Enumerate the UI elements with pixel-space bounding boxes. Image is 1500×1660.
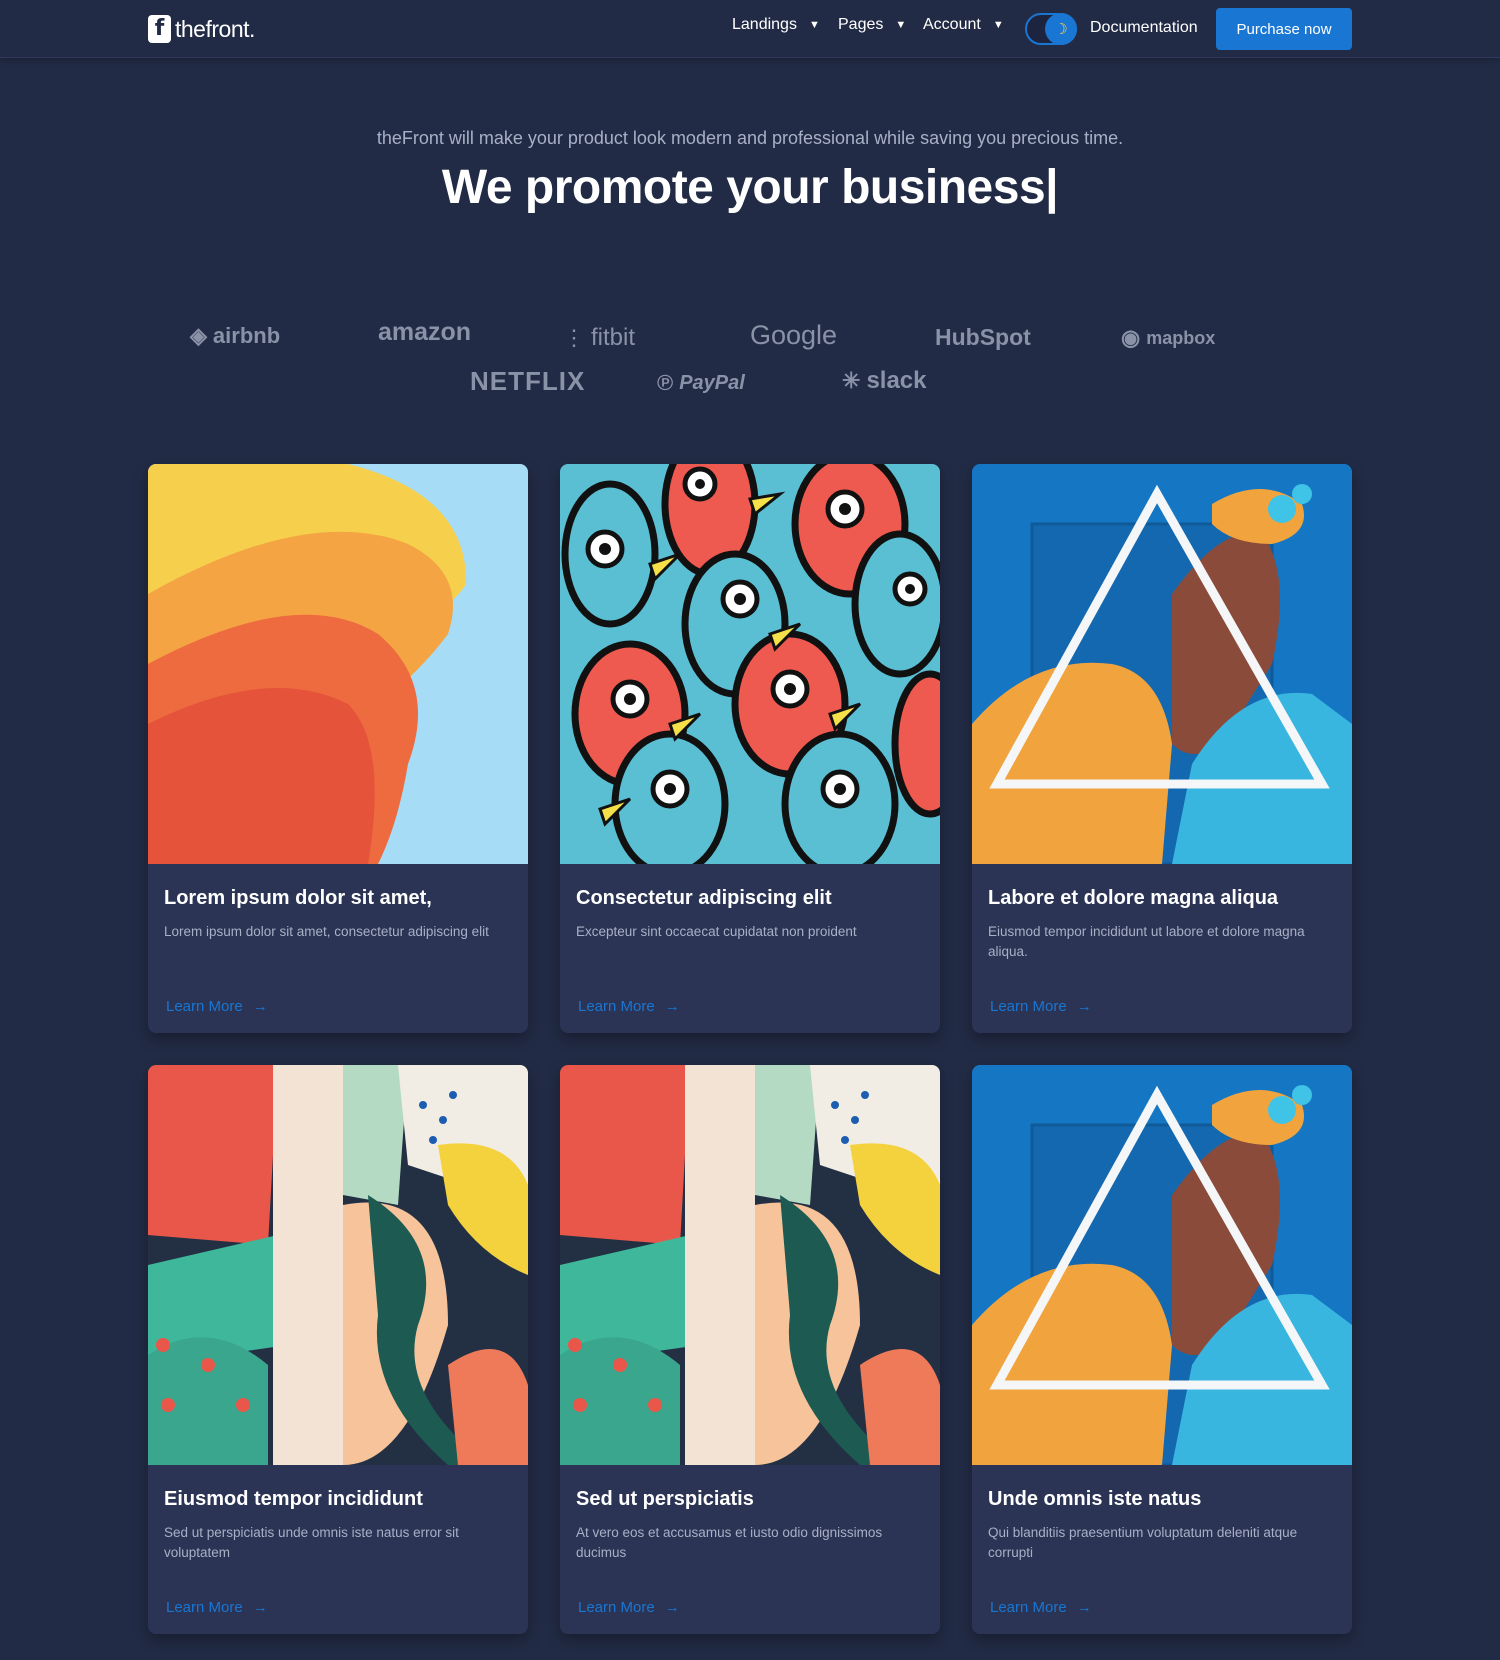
- article-card[interactable]: Unde omnis iste natus Qui blanditiis pra…: [972, 1065, 1352, 1634]
- logo-text: thefront.: [175, 15, 255, 42]
- card-title: Labore et dolore magna aliqua: [988, 887, 1279, 909]
- card-image-triangle-mural: [972, 1065, 1352, 1465]
- logo-mark-icon: f: [148, 15, 171, 43]
- card-title: Lorem ipsum dolor sit amet,: [164, 887, 432, 909]
- arrow-right-icon: →: [664, 998, 680, 1015]
- brand-label: PayPal: [679, 371, 745, 394]
- brand-mapbox: ◉ mapbox: [1121, 325, 1215, 351]
- card-description: Excepteur sint occaecat cupidatat non pr…: [576, 924, 857, 939]
- brand-hubspot: HubSpot: [935, 324, 1031, 351]
- card-description: At vero eos et accusamus et iusto odio d…: [576, 1525, 883, 1560]
- theme-toggle[interactable]: ☽: [1025, 13, 1077, 45]
- learn-more-label: Learn More: [578, 998, 655, 1015]
- paypal-icon: ℗: [657, 370, 674, 395]
- nav-item-pages[interactable]: Pages ▼: [838, 16, 906, 34]
- brand-label: mapbox: [1146, 327, 1216, 348]
- brand-label: airbnb: [212, 323, 281, 348]
- brand-label: NETFLIX: [470, 366, 586, 396]
- brand-label: HubSpot: [935, 324, 1031, 350]
- arrow-right-icon: →: [252, 998, 268, 1015]
- card-image-birds: [560, 464, 940, 864]
- brand-netflix: NETFLIX: [470, 366, 585, 397]
- nav-item-landings[interactable]: Landings ▼: [732, 16, 820, 34]
- arrow-right-icon: →: [1076, 998, 1092, 1015]
- card-description: Qui blanditiis praesentium voluptatum de…: [988, 1525, 1298, 1560]
- article-card[interactable]: Sed ut perspiciatis At vero eos et accus…: [560, 1065, 940, 1634]
- arrow-right-icon: →: [1076, 1599, 1092, 1616]
- chevron-down-icon: ▼: [895, 19, 907, 31]
- brand-slack: ✳ slack: [842, 367, 927, 395]
- article-card[interactable]: Consectetur adipiscing elit Excepteur si…: [560, 464, 940, 1033]
- learn-more-link[interactable]: Learn More →: [578, 998, 680, 1015]
- brand-label: amazon: [378, 318, 472, 346]
- hero-title: We promote your business|: [441, 161, 1059, 214]
- slack-icon: ✳: [842, 368, 861, 393]
- nav-label: Account: [923, 16, 981, 33]
- card-title: Sed ut perspiciatis: [576, 1488, 754, 1510]
- learn-more-link[interactable]: Learn More →: [990, 998, 1092, 1015]
- top-navbar: f thefront. Landings ▼ Pages ▼ Account ▼…: [0, 0, 1500, 58]
- learn-more-link[interactable]: Learn More →: [166, 1599, 268, 1616]
- card-description: Sed ut perspiciatis unde omnis iste natu…: [164, 1525, 459, 1560]
- moon-icon: ☽: [1045, 13, 1077, 45]
- brand-google: Google: [750, 320, 837, 351]
- brand-fitbit: ⋮ fitbit: [563, 324, 635, 352]
- brand-paypal: ℗ PayPal: [657, 370, 745, 396]
- nav-label: Pages: [838, 16, 884, 33]
- nav-label: Landings: [732, 16, 797, 33]
- card-image-paper: [148, 464, 528, 864]
- arrow-right-icon: →: [252, 1599, 268, 1616]
- card-image-abstract-mural: [560, 1065, 940, 1465]
- chevron-down-icon: ▼: [992, 19, 1004, 31]
- mapbox-icon: ◉: [1121, 325, 1141, 350]
- airbnb-icon: ◈: [190, 323, 207, 348]
- article-card[interactable]: Labore et dolore magna aliqua Eiusmod te…: [972, 464, 1352, 1033]
- hero-subtitle: theFront will make your product look mod…: [376, 128, 1124, 148]
- card-title: Unde omnis iste natus: [988, 1488, 1202, 1510]
- documentation-link[interactable]: Documentation: [1090, 19, 1198, 37]
- card-description: Eiusmod tempor incididunt ut labore et d…: [988, 924, 1305, 959]
- fitbit-icon: ⋮: [563, 325, 585, 350]
- card-description: Lorem ipsum dolor sit amet, consectetur …: [164, 924, 489, 939]
- brand-label: slack: [866, 367, 927, 394]
- learn-more-label: Learn More: [578, 1599, 655, 1616]
- nav-item-account[interactable]: Account ▼: [923, 16, 1004, 34]
- learn-more-link[interactable]: Learn More →: [166, 998, 268, 1015]
- learn-more-label: Learn More: [990, 1599, 1067, 1616]
- card-title: Eiusmod tempor incididunt: [164, 1488, 423, 1510]
- brand-logo[interactable]: f thefront.: [148, 14, 255, 44]
- learn-more-link[interactable]: Learn More →: [990, 1599, 1092, 1616]
- article-card[interactable]: Lorem ipsum dolor sit amet, Lorem ipsum …: [148, 464, 528, 1033]
- learn-more-link[interactable]: Learn More →: [578, 1599, 680, 1616]
- card-title: Consectetur adipiscing elit: [576, 887, 832, 909]
- brand-amazon: amazon: [378, 318, 471, 347]
- brand-label: Google: [750, 320, 838, 350]
- chevron-down-icon: ▼: [808, 19, 820, 31]
- card-image-triangle-mural: [972, 464, 1352, 864]
- learn-more-label: Learn More: [990, 998, 1067, 1015]
- card-image-abstract-mural: [148, 1065, 528, 1465]
- learn-more-label: Learn More: [166, 1599, 243, 1616]
- brand-label: fitbit: [591, 324, 636, 351]
- learn-more-label: Learn More: [166, 998, 243, 1015]
- purchase-button[interactable]: Purchase now: [1216, 8, 1352, 50]
- arrow-right-icon: →: [664, 1599, 680, 1616]
- brand-airbnb: ◈ airbnb: [190, 323, 280, 349]
- article-card[interactable]: Eiusmod tempor incididunt Sed ut perspic…: [148, 1065, 528, 1634]
